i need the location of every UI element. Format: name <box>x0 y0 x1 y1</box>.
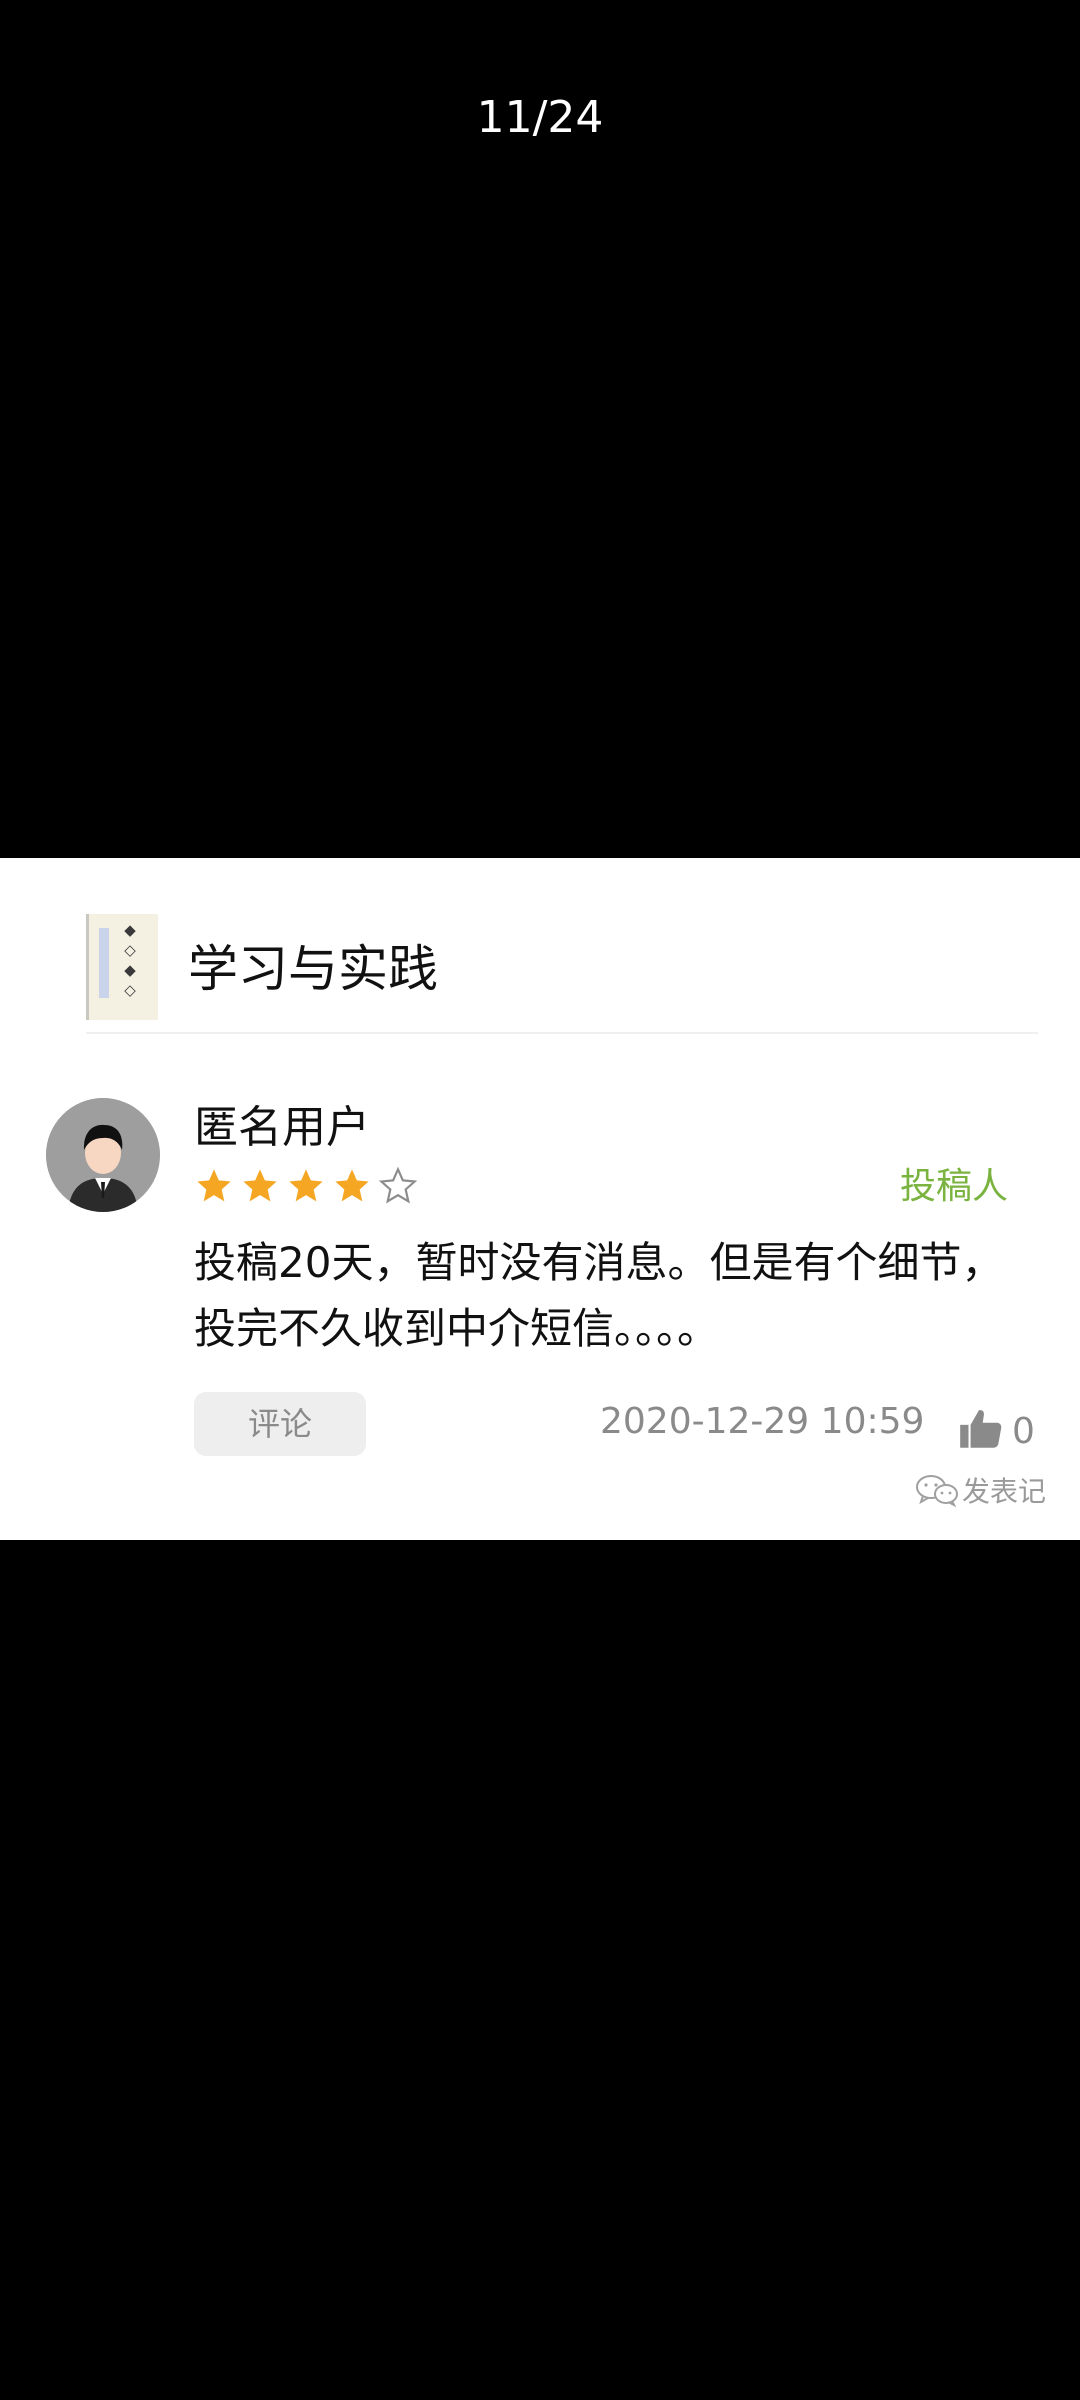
comment-button[interactable]: 评论 <box>194 1392 366 1456</box>
thumbs-up-icon <box>960 1410 1002 1448</box>
review-text: 投稿20天，暂时没有消息。但是有个细节，投完不久收到中介短信。。。。 <box>194 1238 1004 1353</box>
journal-cover-thumbnail: ◆ ◇ ◆ ◇ <box>86 914 158 1020</box>
journal-header[interactable]: ◆ ◇ ◆ ◇ 学习与实践 <box>86 914 1038 1034</box>
star-filled-icon <box>243 1169 277 1202</box>
journal-title: 学习与实践 <box>188 940 438 998</box>
role-badge: 投稿人 <box>899 1166 1008 1207</box>
like-button[interactable]: 0 <box>956 1398 1035 1454</box>
star-filled-icon <box>197 1169 231 1202</box>
review-card: ◆ ◇ ◆ ◇ 学习与实践 匿名用户 投稿人 投稿20天，暂时没有消息。但是有个细节，… <box>0 858 1080 1540</box>
star-filled-icon <box>335 1169 369 1202</box>
watermark: 发表记 <box>914 1470 1046 1510</box>
image-counter: 11/24 <box>476 92 604 143</box>
user-avatar-icon[interactable] <box>46 1098 160 1212</box>
watermark-text: 发表记 <box>962 1475 1047 1508</box>
wechat-icon <box>916 1475 958 1507</box>
rating-stars <box>194 1166 418 1210</box>
username[interactable]: 匿名用户 <box>194 1100 370 1156</box>
review-timestamp: 2020-12-29 10:59 <box>600 1401 925 1442</box>
star-empty-icon <box>378 1166 418 1204</box>
star-filled-icon <box>289 1169 323 1202</box>
like-count: 0 <box>1012 1411 1035 1452</box>
